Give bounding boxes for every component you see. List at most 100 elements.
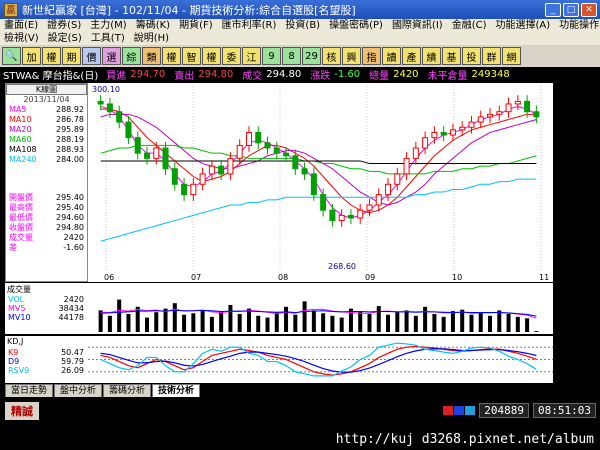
menu-item[interactable]: 國際資訊(I) xyxy=(392,19,443,32)
candle-body xyxy=(227,157,234,175)
volume-bar xyxy=(117,299,122,332)
toolbar-button[interactable]: 群 xyxy=(482,47,501,65)
toolbar-button[interactable]: 29 xyxy=(302,47,321,65)
price-axis: 300 295 290 285 280 275 270 xyxy=(553,83,600,270)
candle-body xyxy=(357,209,364,219)
minimize-button[interactable]: _ xyxy=(545,2,561,17)
menu-item[interactable]: 籌碼(K) xyxy=(136,19,170,32)
toolbar-button[interactable]: 綜 xyxy=(122,47,141,65)
kline-button[interactable]: K線圖 xyxy=(6,84,87,95)
menu-item[interactable]: 操盤密碼(P) xyxy=(329,19,383,32)
axis-tick-label: 0 xyxy=(557,316,563,325)
toolbar-button[interactable]: 加 xyxy=(22,47,41,65)
volume-bar xyxy=(274,312,279,332)
price-value: 295.40 xyxy=(56,203,84,212)
toolbar-button[interactable]: 期 xyxy=(62,47,81,65)
menu-item[interactable]: 說明(H) xyxy=(134,32,169,45)
toolbar-button[interactable]: 8 xyxy=(282,47,301,65)
ma-value: 288.93 xyxy=(56,145,84,154)
close-button[interactable]: ✕ xyxy=(581,2,597,17)
candle-body xyxy=(431,131,438,139)
toolbar-button[interactable]: 核 xyxy=(322,47,341,65)
tab[interactable]: 技術分析 xyxy=(152,384,201,397)
toolbar-button[interactable]: 權 xyxy=(202,47,221,65)
ma-value: 288.19 xyxy=(56,135,84,144)
toolbar-button[interactable]: 基 xyxy=(442,47,461,65)
toolbar-button[interactable]: 績 xyxy=(422,47,441,65)
title-bar: 贏 新世紀贏家 [台灣] - 102/11/04 - 期貨技術分析:綜合自選股[… xyxy=(0,0,600,19)
menu-item[interactable]: 期貨(F) xyxy=(179,19,213,32)
maximize-button[interactable]: □ xyxy=(563,2,579,17)
month-label: 06 xyxy=(104,273,114,282)
month-label: 10 xyxy=(452,273,462,282)
menu-item[interactable]: 主力(M) xyxy=(90,19,126,32)
app-icon[interactable]: 贏 xyxy=(4,2,18,17)
candle-body xyxy=(449,129,456,136)
menu-item[interactable]: 設定(S) xyxy=(48,32,82,45)
tab[interactable]: 盤中分析 xyxy=(54,384,103,397)
volume-chart[interactable] xyxy=(88,283,553,334)
ma-name: MA10 xyxy=(9,115,32,124)
menu-item[interactable]: 工具(T) xyxy=(91,32,125,45)
toolbar-button[interactable]: 類 xyxy=(142,47,161,65)
toolbar-button[interactable]: 委 xyxy=(222,47,241,65)
tab[interactable]: 籌碼分析 xyxy=(103,384,152,397)
volume-bar xyxy=(488,315,493,332)
candle-body xyxy=(514,100,521,105)
toolbar-button[interactable]: 江 xyxy=(242,47,261,65)
toolbar-button[interactable]: 智 xyxy=(182,47,201,65)
ma-row: MA10 286.78 xyxy=(6,115,87,125)
last-label: 成交 xyxy=(242,71,263,82)
candle-body xyxy=(199,173,206,185)
volume-bar xyxy=(395,312,400,332)
toolbar-button[interactable]: 權 xyxy=(162,47,181,65)
toolbar-button[interactable]: 興 xyxy=(342,47,361,65)
toolbar-button[interactable]: 選 xyxy=(102,47,121,65)
candle-body xyxy=(310,173,317,196)
toolbar-button[interactable]: 指 xyxy=(362,47,381,65)
volume-bar xyxy=(413,315,418,332)
price-chart[interactable]: 300.10268.60 xyxy=(88,83,553,282)
kd-axis: 80 50 20 xyxy=(553,336,600,383)
volume-bar xyxy=(246,308,251,332)
search-icon[interactable]: 🔍 xyxy=(2,47,21,65)
broker-label[interactable]: 精誠 xyxy=(5,401,39,420)
indicator-value: 26.09 xyxy=(61,366,84,375)
market-label: [台灣] xyxy=(80,3,112,17)
toolbar-button[interactable]: 投 xyxy=(462,47,481,65)
menu-row-main: 畫面(E) 證券(S) 主力(M) 籌碼(K) 期貨(F) 匯市利率(R) 投資(B) 操盤密… xyxy=(0,19,600,32)
window-date: 102/11/04 xyxy=(122,3,179,17)
ask-label: 賣出 xyxy=(174,71,195,82)
toolbar-button[interactable]: 網 xyxy=(502,47,521,65)
menu-item[interactable]: 功能選擇(A) xyxy=(496,19,551,32)
menu-item[interactable]: 檢視(V) xyxy=(4,32,39,45)
menu-row-secondary: 檢視(V) 設定(S) 工具(T) 說明(H) xyxy=(0,32,600,45)
kd-chart[interactable] xyxy=(88,336,553,383)
volume-value: 2420 xyxy=(393,69,419,80)
toolbar-button[interactable]: 9 xyxy=(262,47,281,65)
volume-bar xyxy=(228,305,233,332)
symbol-label[interactable]: STWA& 摩台指&(日) xyxy=(0,67,99,82)
menu-item[interactable]: 功能操作(D) xyxy=(559,19,600,32)
candle-body xyxy=(366,204,373,211)
menu-item[interactable]: 匯市利率(R) xyxy=(222,19,277,32)
volume-bar xyxy=(200,310,205,332)
menu-item[interactable]: 證券(S) xyxy=(47,19,81,32)
ma-value: 295.89 xyxy=(56,125,84,134)
menu-item[interactable]: 投資(B) xyxy=(285,19,320,32)
toolbar-button[interactable]: 產 xyxy=(402,47,421,65)
volume-label: 總量 xyxy=(369,71,390,82)
volume-bar xyxy=(330,315,335,332)
candle-body xyxy=(125,121,132,139)
menu-item[interactable]: 畫面(E) xyxy=(4,19,38,32)
open-interest-label: 未平倉量 xyxy=(427,71,468,82)
window-title: 新世紀贏家 [台灣] - 102/11/04 - 期貨技術分析:綜合自選股[名望… xyxy=(22,3,356,17)
toolbar-button[interactable]: 權 xyxy=(42,47,61,65)
volume-bar xyxy=(525,318,530,332)
toolbar-button[interactable]: 讀 xyxy=(382,47,401,65)
indicator-value: 44178 xyxy=(58,313,84,322)
tab[interactable]: 當日走勢 xyxy=(5,384,54,397)
volume-bar xyxy=(515,316,520,332)
toolbar-button[interactable]: 價 xyxy=(82,47,101,65)
menu-item[interactable]: 金融(C) xyxy=(452,19,487,32)
